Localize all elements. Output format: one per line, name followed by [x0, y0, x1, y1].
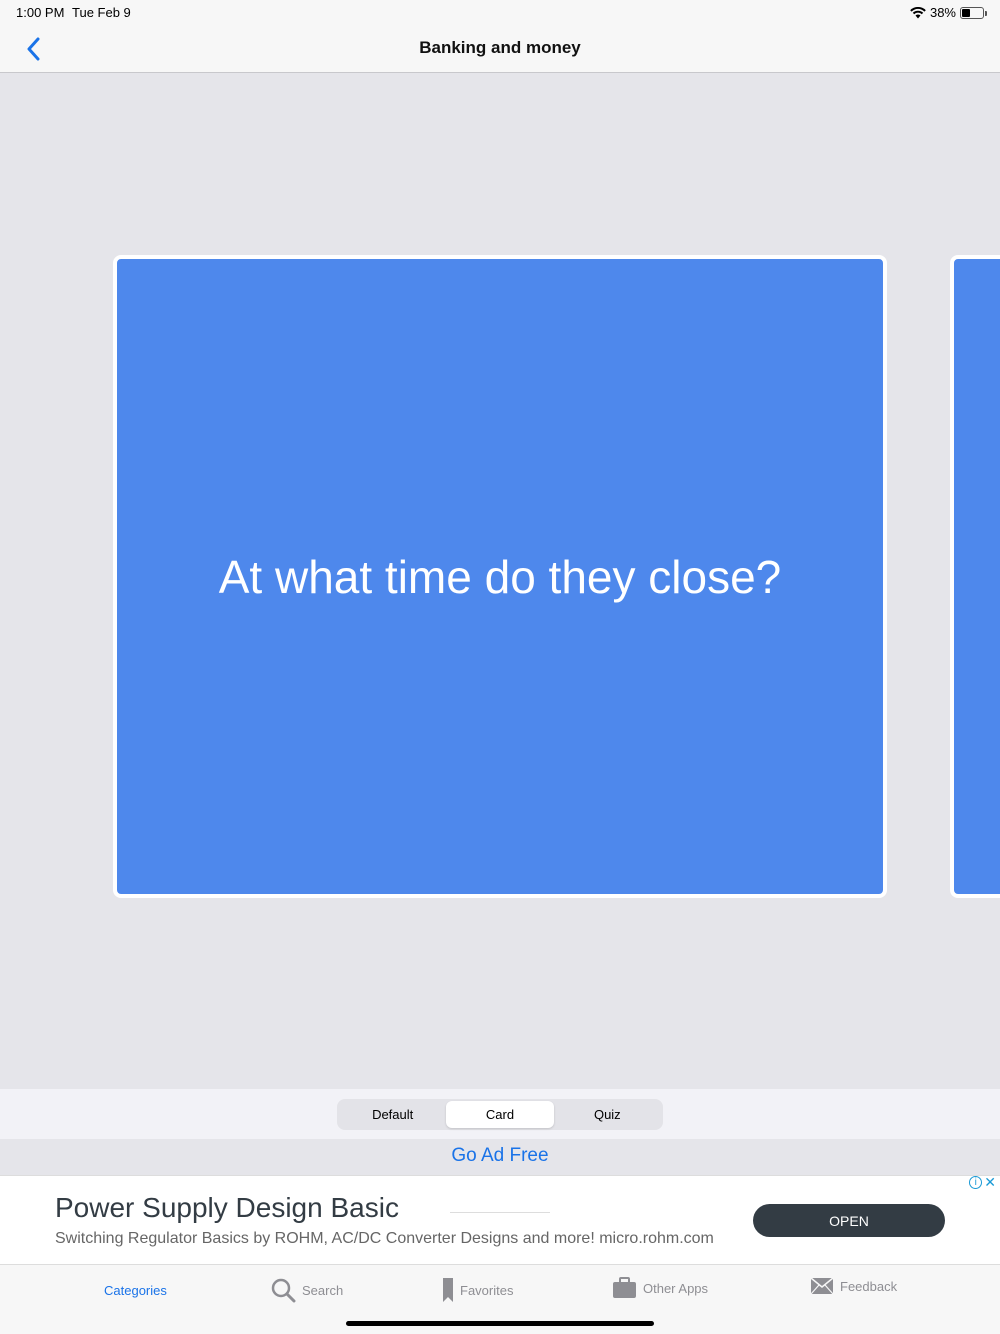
ad-open-button[interactable]: OPEN	[753, 1204, 945, 1237]
tab-favorites[interactable]: Favorites	[442, 1277, 513, 1303]
briefcase-icon	[613, 1277, 636, 1298]
battery-level	[962, 8, 970, 17]
tab-label-search: Search	[302, 1282, 344, 1298]
tab-feedback[interactable]: Feedback	[810, 1277, 897, 1295]
ad-close-icon[interactable]: ✕	[984, 1175, 996, 1189]
battery-percent: 38%	[929, 5, 956, 20]
segment-default[interactable]: Default	[339, 1101, 446, 1128]
segment-quiz[interactable]: Quiz	[554, 1101, 661, 1128]
battery-icon	[960, 6, 987, 19]
bookmark-icon	[443, 1278, 453, 1302]
ad-info-icon[interactable]: i	[969, 1176, 983, 1189]
flash-card[interactable]: At what time do they close?	[113, 255, 887, 898]
status-indicators: 38%	[910, 5, 987, 20]
tab-label-favorites: Favorites	[460, 1282, 514, 1298]
tab-label-other-apps: Other Apps	[643, 1280, 709, 1296]
ad-title[interactable]: Power Supply Design Basic	[55, 1192, 399, 1224]
wifi-icon	[910, 6, 926, 18]
next-flash-card[interactable]	[950, 255, 1000, 898]
status-bar: 1:00 PM Tue Feb 9 38%	[0, 0, 1000, 24]
tab-label-feedback: Feedback	[840, 1278, 898, 1294]
card-phrase: At what time do they close?	[218, 550, 782, 603]
ad-controls: i ✕	[969, 1175, 996, 1189]
nav-bar: Banking and money	[0, 24, 1000, 73]
tab-other-apps[interactable]: Other Apps	[612, 1277, 708, 1299]
home-indicator[interactable]	[346, 1321, 654, 1326]
status-date: Tue Feb 9	[72, 5, 131, 20]
ad-description: Switching Regulator Basics by ROHM, AC/D…	[55, 1230, 714, 1247]
search-icon	[271, 1278, 296, 1303]
tab-search[interactable]: Search	[270, 1277, 343, 1303]
ad-free-bar: Go Ad Free	[0, 1139, 1000, 1175]
tab-categories[interactable]: Categories	[104, 1283, 167, 1298]
ad-banner[interactable]: Power Supply Design Basic Switching Regu…	[0, 1175, 1000, 1265]
mode-segmented-control: Default Card Quiz	[337, 1099, 663, 1130]
card-carousel[interactable]: At what time do they close?	[0, 73, 1000, 1089]
ad-divider	[450, 1212, 550, 1213]
status-time: 1:00 PM	[16, 5, 65, 20]
envelope-icon	[810, 1277, 834, 1295]
segment-card[interactable]: Card	[446, 1101, 554, 1128]
tab-label-categories: Categories	[104, 1283, 167, 1298]
page-title: Banking and money	[419, 38, 581, 57]
mode-bar: Default Card Quiz	[0, 1089, 1000, 1139]
go-ad-free-link[interactable]: Go Ad Free	[451, 1145, 548, 1167]
